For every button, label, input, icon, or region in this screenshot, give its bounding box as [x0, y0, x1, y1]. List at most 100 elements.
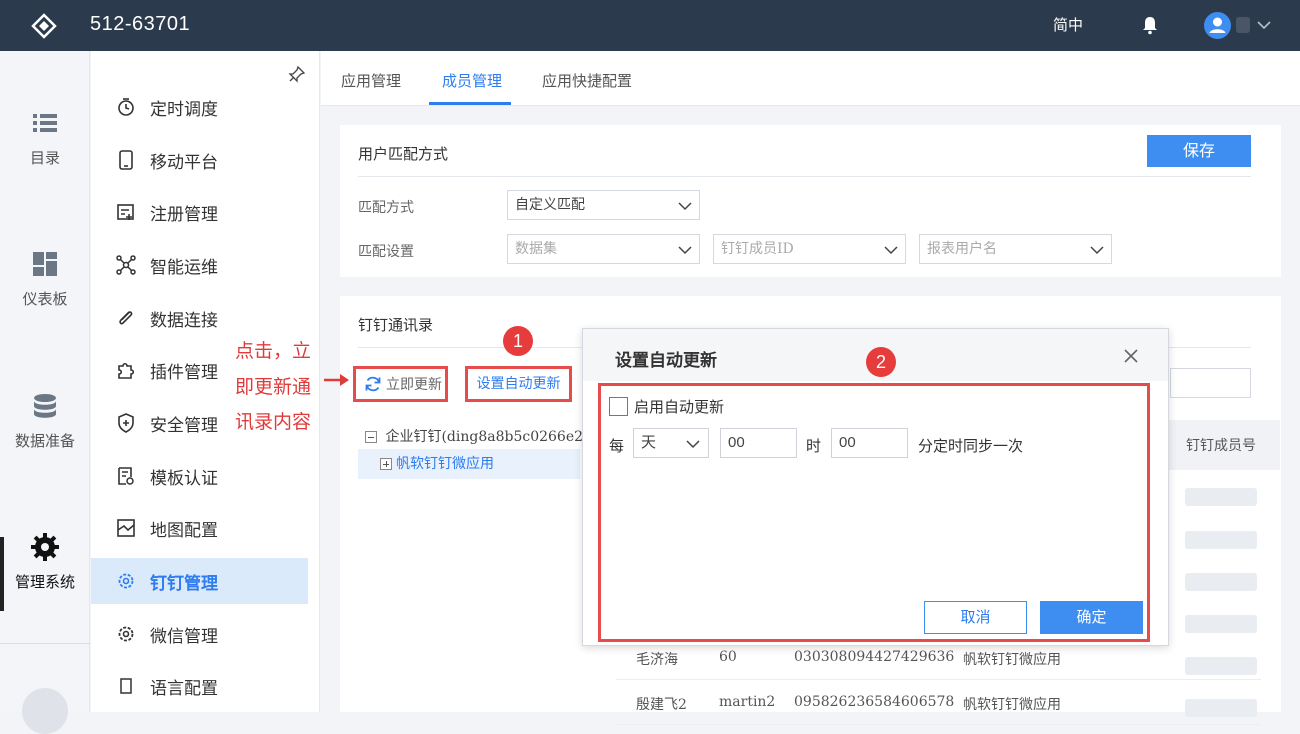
chevron-down-icon [884, 246, 898, 255]
close-icon[interactable] [1123, 348, 1139, 364]
nav-label: 管理系统 [14, 573, 75, 591]
submenu-item-schedule[interactable]: 定时调度 [91, 84, 308, 130]
method-label: 匹配方式 [358, 200, 414, 216]
gear-icon [118, 626, 134, 642]
top-bar: 512-63701 简中 [0, 0, 1300, 51]
nav-item-admin[interactable]: 管理系统 [0, 533, 90, 592]
submenu-item-template-auth[interactable]: 模板认证 [91, 453, 308, 499]
member-id-placeholder: 钉钉成员ID [721, 241, 794, 257]
submenu-item-map[interactable]: 地图配置 [91, 505, 308, 551]
report-user-select[interactable]: 报表用户名 [919, 234, 1112, 264]
match-heading: 用户匹配方式 [358, 145, 449, 163]
cell-app: 帆软钉钉微应用 [963, 652, 1061, 668]
submenu-label: 智能运维 [150, 257, 218, 278]
submenu-label: 语言配置 [150, 678, 218, 699]
hour-input[interactable]: 00 [720, 428, 797, 458]
minute-input[interactable]: 00 [831, 428, 908, 458]
confirm-button[interactable]: 确定 [1040, 601, 1143, 634]
annotation-line1: 点击，立 [235, 340, 312, 362]
tab-app-management[interactable]: 应用管理 [341, 70, 401, 91]
gear-icon [31, 533, 59, 561]
submenu-item-dingtalk[interactable]: 钉钉管理 [91, 558, 308, 604]
refresh-icon [365, 376, 381, 392]
chevron-down-icon [686, 440, 700, 449]
tree-root[interactable]: 企业钉钉(ding8a8b5c0266e2 [365, 426, 583, 446]
enable-auto-update-label: 启用自动更新 [634, 398, 725, 416]
save-button[interactable]: 保存 [1147, 135, 1251, 167]
submenu-item-language[interactable]: 语言配置 [91, 663, 308, 709]
collapse-icon[interactable] [365, 431, 377, 443]
period-select[interactable]: 天 [633, 428, 709, 458]
nav-divider [0, 643, 90, 644]
cell-id: 60 [719, 649, 737, 665]
submenu-label: 数据连接 [150, 310, 218, 331]
refresh-label: 立即更新 [386, 377, 442, 393]
nav-item-data-prep[interactable]: 数据准备 [0, 392, 90, 451]
cell-phone: 030308094427429636 [794, 649, 955, 665]
match-card: 用户匹配方式 保存 匹配方式 自定义匹配 匹配设置 数据集 钉钉成员ID 报表用… [340, 125, 1281, 277]
submenu-label: 模板认证 [150, 468, 218, 489]
setting-label: 匹配设置 [358, 244, 414, 260]
dialog-title: 设置自动更新 [615, 351, 717, 371]
cell-name: 毛济海 [636, 652, 678, 668]
add-button[interactable] [22, 688, 68, 734]
nav-label: 数据准备 [14, 432, 75, 450]
report-user-placeholder: 报表用户名 [927, 241, 997, 257]
divider [358, 176, 1251, 177]
register-icon [117, 204, 134, 220]
tab-member-management[interactable]: 成员管理 [442, 70, 502, 91]
submenu-item-mobile[interactable]: 移动平台 [91, 137, 308, 183]
left-nav: 目录 仪表板 数据准备 管理系统 [0, 51, 90, 734]
search-input[interactable] [1170, 368, 1251, 398]
tree-node-app[interactable]: 帆软钉钉微应用 [358, 449, 580, 479]
submenu-label: 安全管理 [150, 415, 218, 436]
member-id-select[interactable]: 钉钉成员ID [713, 234, 906, 264]
nav-item-catalog[interactable]: 目录 [0, 109, 90, 168]
blurred-cell [1185, 615, 1257, 633]
nav-label: 仪表板 [22, 290, 68, 308]
cancel-button[interactable]: 取消 [924, 601, 1027, 634]
tree-node-label: 帆软钉钉微应用 [396, 456, 494, 472]
cell-name: 殷建飞2 [636, 697, 687, 713]
submenu-item-register[interactable]: 注册管理 [91, 189, 308, 235]
column-member-id: 钉钉成员号 [1186, 438, 1256, 454]
submenu-item-ops[interactable]: 智能运维 [91, 242, 308, 288]
table-row[interactable]: 殷建飞2 martin2 095826236584606578 帆软钉钉微应用 [616, 681, 1261, 725]
list-icon [33, 114, 57, 132]
tab-app-shortcut[interactable]: 应用快捷配置 [542, 70, 632, 91]
method-select[interactable]: 自定义匹配 [507, 190, 700, 220]
pin-icon[interactable] [288, 65, 306, 83]
submenu-label: 微信管理 [150, 626, 218, 647]
nav-item-dashboard[interactable]: 仪表板 [0, 250, 90, 309]
gear-icon [118, 573, 134, 589]
chevron-down-icon [678, 246, 692, 255]
enable-auto-update-checkbox[interactable] [609, 397, 628, 416]
tree-root-label: 企业钉钉(ding8a8b5c0266e2 [385, 429, 584, 445]
blurred-cell [1185, 573, 1257, 591]
submenu-item-connection[interactable]: 数据连接 [91, 295, 308, 341]
network-icon [116, 255, 136, 275]
annotation-line3: 讯录内容 [235, 411, 312, 433]
step-badge-1: 1 [503, 326, 533, 356]
blurred-cell [1185, 531, 1257, 549]
contacts-heading: 钉钉通讯录 [358, 316, 434, 334]
dataset-select[interactable]: 数据集 [507, 234, 700, 264]
bell-icon[interactable] [1141, 15, 1159, 35]
chevron-down-icon[interactable] [1256, 17, 1272, 33]
auto-update-button[interactable]: 设置自动更新 [465, 366, 572, 402]
submenu-label: 定时调度 [150, 99, 218, 120]
app-title: 512-63701 [90, 13, 191, 35]
submenu-item-wechat[interactable]: 微信管理 [91, 611, 308, 657]
username-blurred [1236, 17, 1250, 33]
language-switch[interactable]: 简中 [1053, 14, 1083, 35]
logo-icon[interactable] [30, 12, 58, 40]
mobile-icon [119, 150, 133, 170]
shield-icon [118, 413, 134, 433]
period-value: 天 [641, 434, 657, 451]
refresh-now-button[interactable]: 立即更新 [353, 366, 448, 402]
cell-phone: 095826236584606578 [794, 694, 955, 710]
submenu-label: 插件管理 [150, 362, 218, 383]
avatar[interactable] [1204, 12, 1231, 39]
expand-icon[interactable] [380, 458, 392, 470]
tab-underline [429, 102, 511, 105]
